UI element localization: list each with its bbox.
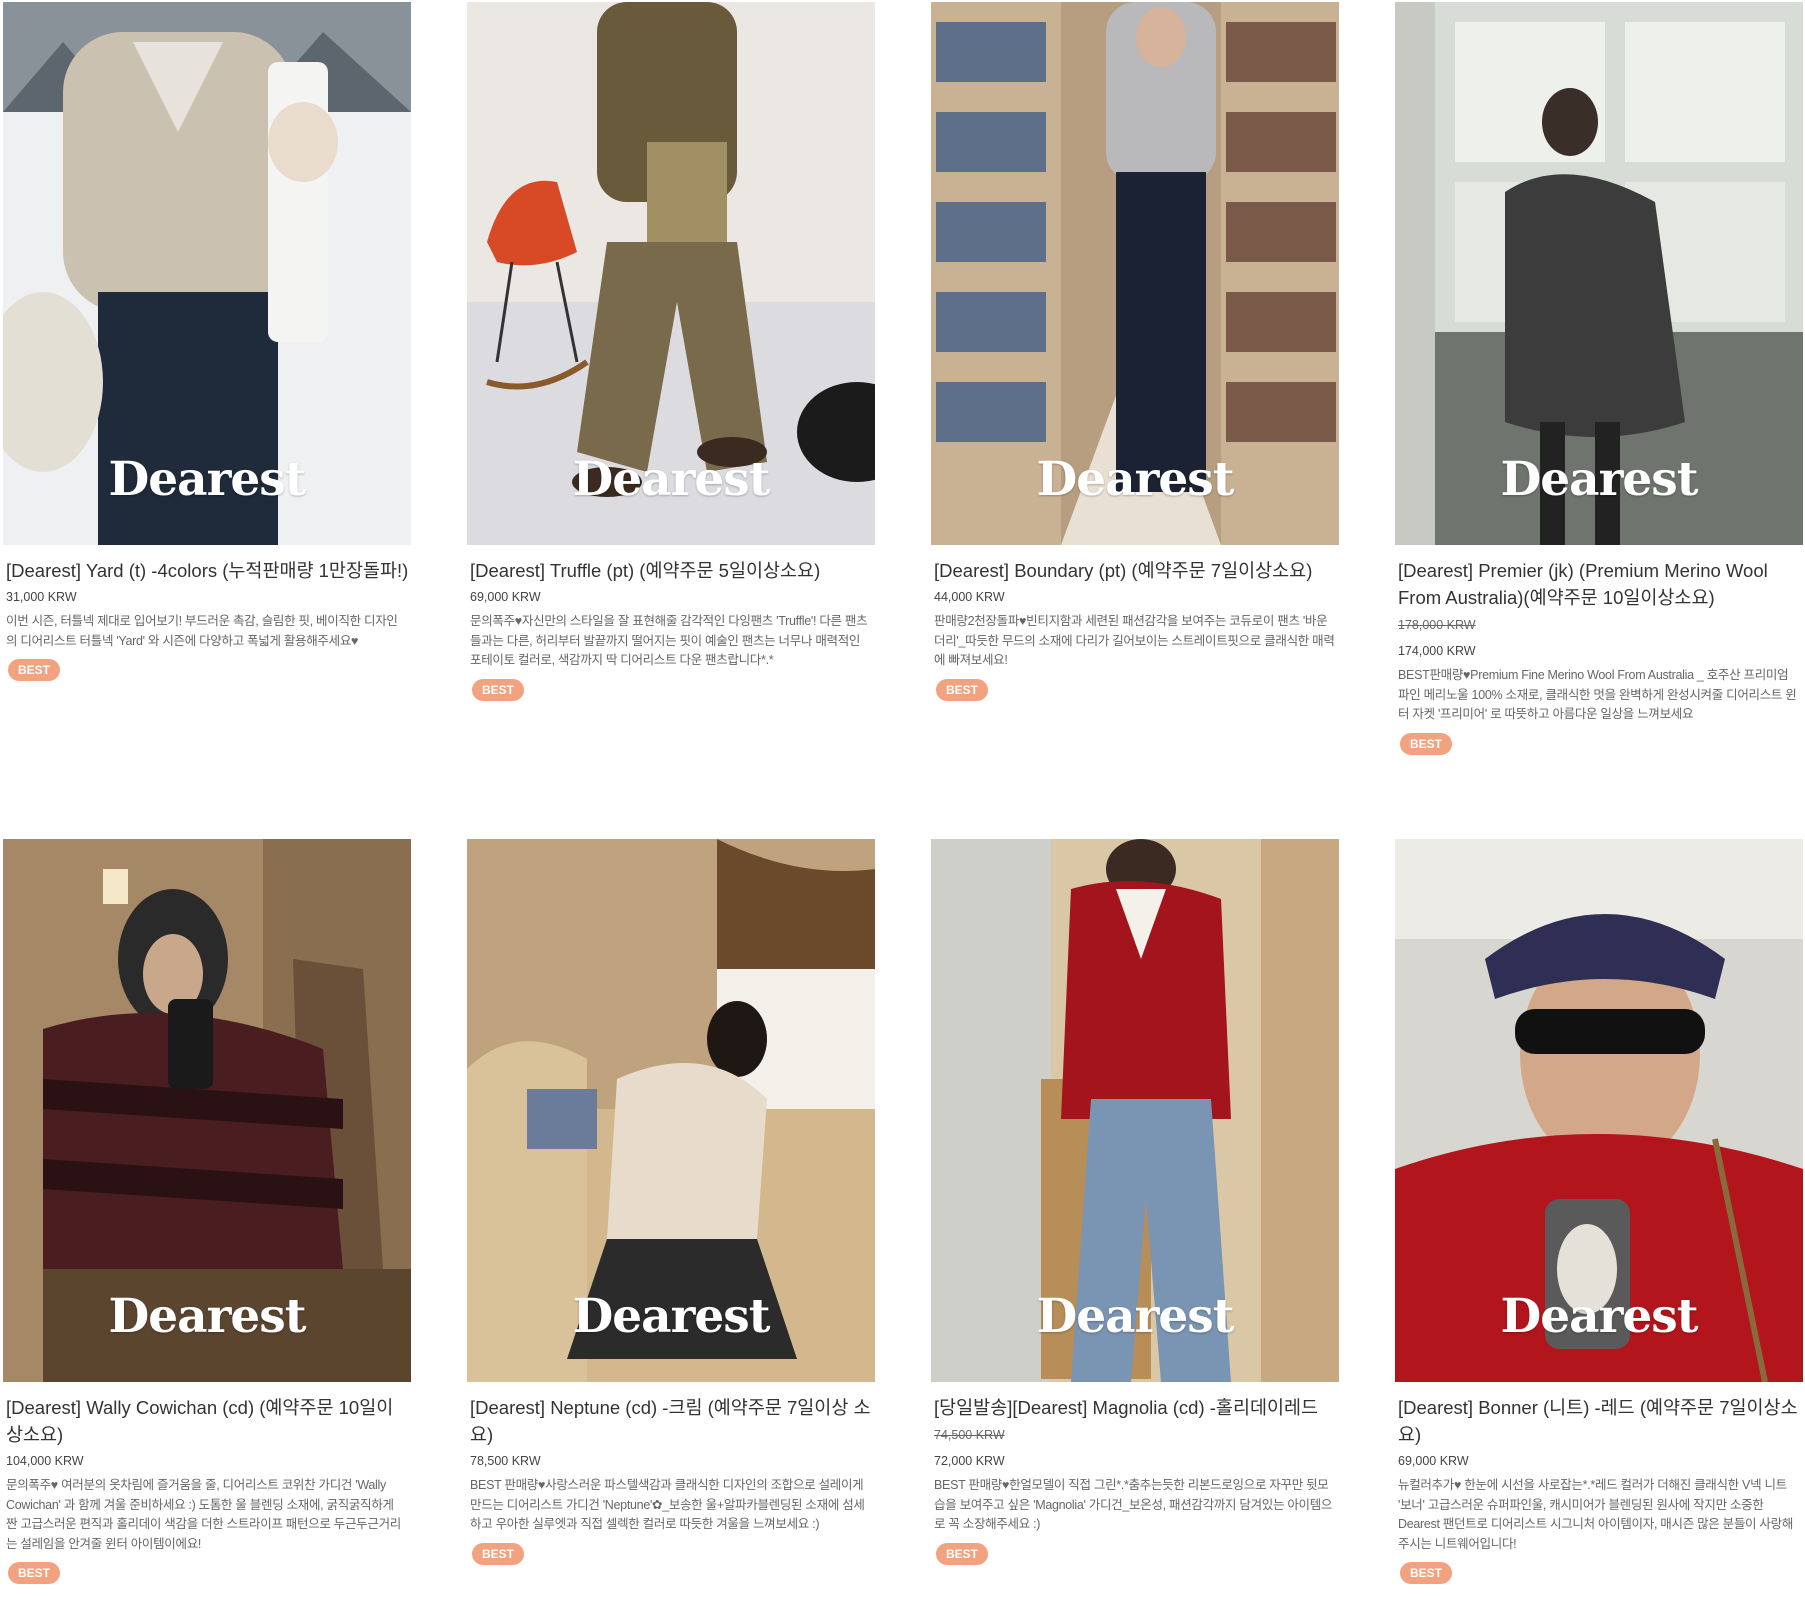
brand-watermark: Dearest (108, 1289, 307, 1344)
brand-watermark: Dearest (1036, 1289, 1235, 1344)
product-original-price: 74,500 KRW (934, 1428, 1005, 1442)
best-badge: BEST (8, 1562, 61, 1584)
product-price: 69,000 KRW (470, 590, 541, 604)
product-card[interactable]: Dearest [Dearest] Premier (jk) (Premium … (1395, 2, 1805, 755)
product-card[interactable]: Dearest [당일발송][Dearest] Magnolia (cd) -홀… (931, 839, 1342, 1565)
product-image[interactable]: Dearest (1395, 2, 1803, 545)
product-image[interactable]: Dearest (467, 2, 875, 545)
product-description: BEST 판매량♥한얼모델이 직접 그린*.*춤추는듯한 리본드로잉으로 자꾸만… (934, 1478, 1333, 1531)
best-badge: BEST (8, 659, 61, 681)
product-description: 판매량2천장돌파♥빈티지함과 세련된 패션감각을 보여주는 코듀로이 팬츠 '바… (934, 614, 1335, 667)
product-image[interactable]: Dearest (931, 839, 1339, 1382)
product-description: BEST판매량♥Premium Fine Merino Wool From Au… (1398, 668, 1797, 721)
product-card[interactable]: Dearest [Dearest] Wally Cowichan (cd) (예… (3, 839, 414, 1584)
product-image[interactable]: Dearest (1395, 839, 1803, 1382)
product-image[interactable]: Dearest (931, 2, 1339, 545)
best-badge: BEST (1400, 1562, 1453, 1584)
product-image[interactable]: Dearest (3, 839, 411, 1382)
best-badge: BEST (936, 1542, 989, 1565)
brand-watermark: Dearest (108, 452, 307, 507)
product-description: 문의폭주♥자신만의 스타일을 잘 표현해줄 감각적인 다잉팬츠 'Truffle… (470, 614, 868, 667)
product-description: 문의폭주♥ 여러분의 옷차림에 즐거움을 줄, 디어리스트 코위찬 가디건 'W… (6, 1478, 401, 1551)
product-title[interactable]: [Dearest] Bonner (니트) -레드 (예약주문 7일이상소요) (1395, 1394, 1805, 1448)
best-badge: BEST (936, 678, 989, 701)
best-badge: BEST (1400, 732, 1453, 755)
product-title[interactable]: [Dearest] Premier (jk) (Premium Merino W… (1395, 557, 1805, 611)
brand-watermark: Dearest (1500, 1289, 1699, 1344)
brand-watermark: Dearest (1500, 452, 1699, 507)
product-price: 78,500 KRW (470, 1454, 541, 1468)
product-title[interactable]: [Dearest] Neptune (cd) -크림 (예약주문 7일이상 소요… (467, 1394, 878, 1448)
product-image[interactable]: Dearest (467, 839, 875, 1382)
product-description: 뉴컬러추가♥ 한눈에 시선을 사로잡는*.*레드 컬러가 더해진 클래식한 V넥… (1398, 1478, 1794, 1551)
product-price: 174,000 KRW (1398, 644, 1476, 658)
product-card[interactable]: Dearest [Dearest] Yard (t) -4colors (누적판… (3, 2, 414, 681)
product-title[interactable]: [Dearest] Wally Cowichan (cd) (예약주문 10일이… (3, 1394, 414, 1448)
product-card[interactable]: Dearest [Dearest] Boundary (pt) (예약주문 7일… (931, 2, 1342, 701)
product-price: 72,000 KRW (934, 1454, 1005, 1468)
product-title[interactable]: [Dearest] Yard (t) -4colors (누적판매량 1만장돌파… (3, 557, 414, 584)
brand-watermark: Dearest (1036, 452, 1235, 507)
product-grid: Dearest [Dearest] Yard (t) -4colors (누적판… (0, 0, 1805, 1597)
best-badge: BEST (472, 1542, 525, 1565)
product-image[interactable]: Dearest (3, 2, 411, 545)
product-price: 69,000 KRW (1398, 1454, 1469, 1468)
product-title[interactable]: [당일발송][Dearest] Magnolia (cd) -홀리데이레드 (931, 1394, 1342, 1421)
product-description: BEST 판매량♥사랑스러운 파스텔색감과 클래식한 디자인의 조합으로 설레이… (470, 1478, 865, 1531)
product-original-price: 178,000 KRW (1398, 618, 1476, 632)
product-title[interactable]: [Dearest] Truffle (pt) (예약주문 5일이상소요) (467, 557, 878, 584)
product-description: 이번 시즌, 터틀넥 제대로 입어보기! 부드러운 촉감, 슬림한 핏, 베이직… (6, 614, 398, 648)
product-price: 104,000 KRW (6, 1454, 84, 1468)
product-card[interactable]: Dearest [Dearest] Bonner (니트) -레드 (예약주문 … (1395, 839, 1805, 1584)
product-card[interactable]: Dearest [Dearest] Truffle (pt) (예약주문 5일이… (467, 2, 878, 701)
product-price: 31,000 KRW (6, 590, 77, 604)
product-title[interactable]: [Dearest] Boundary (pt) (예약주문 7일이상소요) (931, 557, 1342, 584)
brand-watermark: Dearest (572, 452, 771, 507)
product-price: 44,000 KRW (934, 590, 1005, 604)
brand-watermark: Dearest (572, 1289, 771, 1344)
best-badge: BEST (472, 678, 525, 701)
product-card[interactable]: Dearest [Dearest] Neptune (cd) -크림 (예약주문… (467, 839, 878, 1565)
